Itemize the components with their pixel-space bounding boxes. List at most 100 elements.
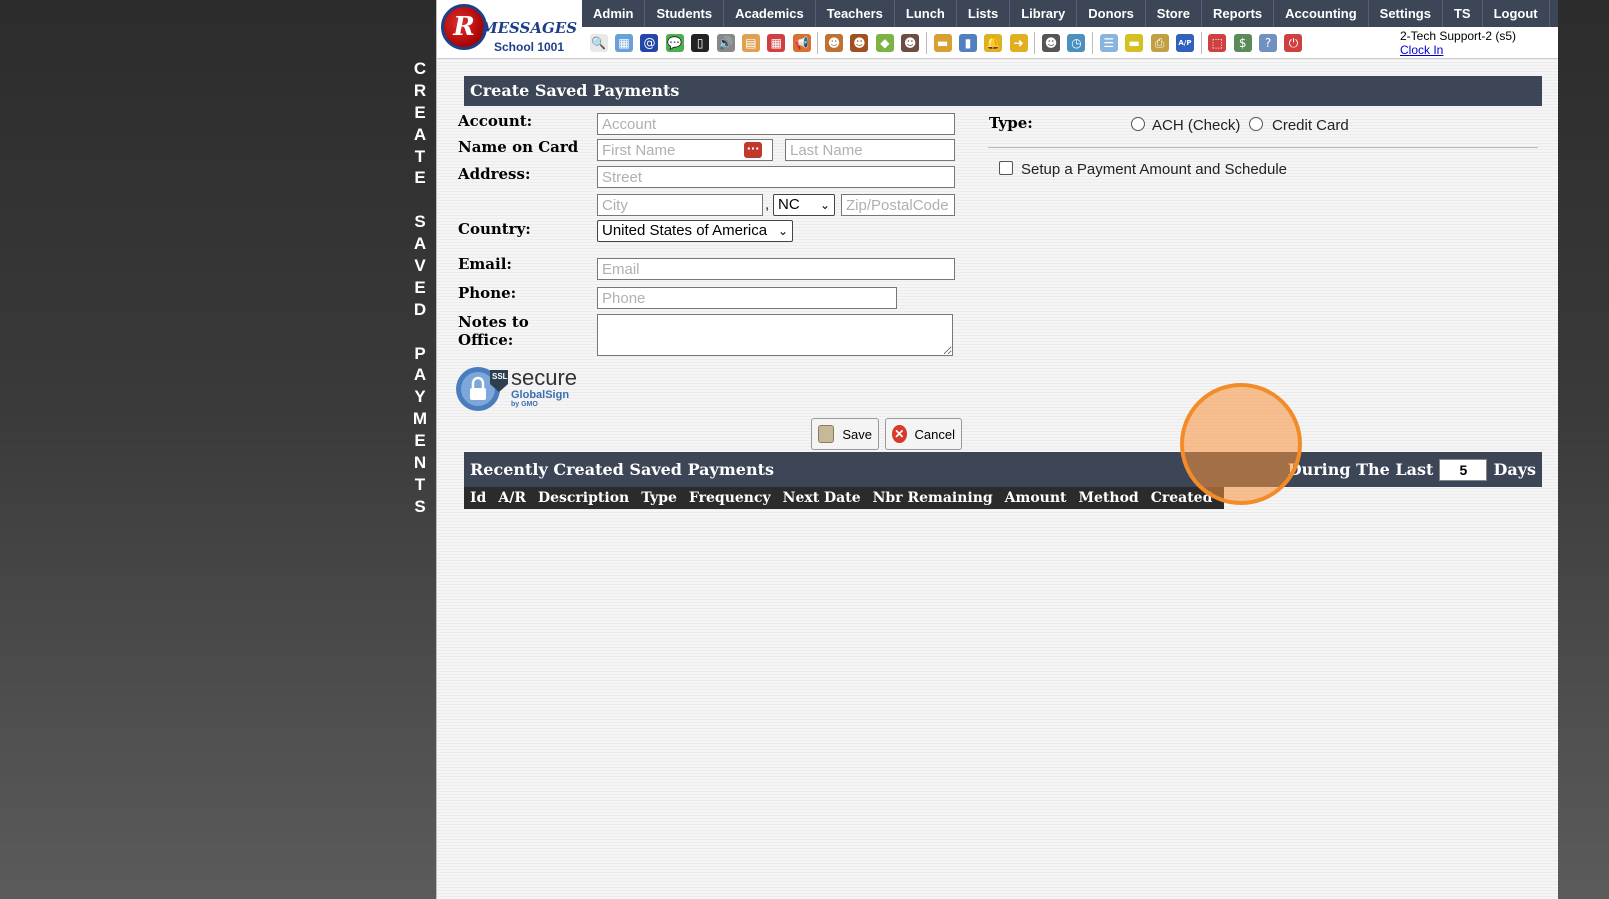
country-select[interactable]: United States of America ⌄: [597, 220, 793, 242]
ap-icon[interactable]: A/P: [1175, 33, 1194, 52]
side-title-letter: [402, 189, 438, 211]
side-title-letter: A: [413, 365, 427, 385]
notes-textarea[interactable]: [597, 314, 953, 356]
calendar-grid-icon[interactable]: ▤: [741, 33, 760, 52]
column-header-a-r[interactable]: A/R: [492, 487, 532, 509]
user-info: 2-Tech Support-2 (s5) Clock In: [1400, 29, 1516, 57]
speaker-icon[interactable]: 🔊: [716, 33, 735, 52]
card-icon[interactable]: ▬: [1125, 33, 1144, 52]
side-title-letter: E: [414, 168, 426, 188]
side-title-letter: N: [413, 453, 427, 473]
email-input[interactable]: [597, 258, 955, 280]
column-header-frequency[interactable]: Frequency: [683, 487, 777, 509]
save-button[interactable]: Save: [811, 418, 879, 450]
menu-item-admin[interactable]: Admin: [582, 0, 646, 27]
menu-item-students[interactable]: Students: [645, 0, 725, 27]
type-ach-radio[interactable]: [1131, 117, 1145, 131]
chat-icon[interactable]: 💬: [665, 33, 684, 52]
state-select[interactable]: NC ⌄: [773, 194, 835, 216]
help-icon[interactable]: ?: [1259, 33, 1278, 52]
column-header-id[interactable]: Id: [464, 487, 492, 509]
name-on-card-label: Name on Card: [458, 138, 579, 156]
toolbar-separator: [1034, 31, 1036, 54]
country-value: United States of America: [602, 222, 768, 239]
clock-icon[interactable]: ◷: [1067, 33, 1086, 52]
menu-item-store[interactable]: Store: [1146, 0, 1203, 27]
person-icon[interactable]: ☻: [825, 33, 844, 52]
schedule-checkbox[interactable]: [999, 161, 1013, 175]
type-credit-radio[interactable]: [1249, 117, 1263, 131]
teacher-icon[interactable]: ☻: [850, 33, 869, 52]
side-title-letter: T: [414, 146, 426, 166]
side-title-letter: S: [414, 496, 426, 516]
search-icon[interactable]: 🔍: [589, 33, 608, 52]
cancel-button[interactable]: ✕ Cancel: [885, 418, 962, 450]
column-header-next-date[interactable]: Next Date: [777, 487, 867, 509]
column-header-type[interactable]: Type: [635, 487, 683, 509]
chevron-down-icon: ⌄: [777, 224, 788, 238]
floppy-disk-icon: [818, 425, 835, 443]
more-icon[interactable]: ···: [744, 142, 762, 158]
app-window: R MESSAGES School 1001 Admin Students Acad…: [436, 0, 1558, 899]
days-input[interactable]: 5: [1439, 458, 1488, 481]
export-icon[interactable]: ➜: [1009, 33, 1028, 52]
column-header-created[interactable]: Created: [1145, 487, 1219, 509]
menu-item-ts[interactable]: TS: [1443, 0, 1483, 27]
group-icon[interactable]: ☻: [901, 33, 920, 52]
side-title-letter: A: [413, 124, 427, 144]
column-header-amount[interactable]: Amount: [999, 487, 1073, 509]
ssl-by: by GMO: [511, 401, 538, 408]
street-input[interactable]: [597, 166, 955, 188]
menu-item-teachers[interactable]: Teachers: [816, 0, 895, 27]
power-icon[interactable]: ⏻: [1284, 33, 1303, 52]
menu-item-donors[interactable]: Donors: [1077, 0, 1146, 27]
menu-item-library[interactable]: Library: [1010, 0, 1078, 27]
mobile-icon[interactable]: ▯: [691, 33, 710, 52]
table-icon[interactable]: ▦: [615, 33, 634, 52]
city-input[interactable]: [597, 194, 763, 216]
logo-brand: MESSAGES: [481, 19, 578, 37]
toolbar-separator: [925, 31, 927, 54]
notes-label-line2: Office:: [458, 331, 514, 349]
bell-icon[interactable]: 🔔: [984, 33, 1003, 52]
account-input[interactable]: [597, 113, 955, 135]
recent-payments-title: Recently Created Saved Payments: [470, 460, 774, 479]
ssl-tag: SSL: [492, 372, 508, 381]
pdf-icon[interactable]: ⬚: [1208, 33, 1227, 52]
book-icon[interactable]: ▮: [958, 33, 977, 52]
user-name: 2-Tech Support-2 (s5): [1400, 29, 1517, 43]
menu-item-logout[interactable]: Logout: [1483, 0, 1550, 27]
menu-item-lunch[interactable]: Lunch: [895, 0, 957, 27]
schedule-label: Setup a Payment Amount and Schedule: [1021, 161, 1288, 178]
money-icon[interactable]: $: [1233, 33, 1252, 52]
type-divider: [988, 147, 1538, 148]
city-state-comma: ,: [765, 196, 770, 213]
side-title-letter: M: [412, 409, 428, 429]
column-header-nbr-remaining[interactable]: Nbr Remaining: [867, 487, 999, 509]
megaphone-icon[interactable]: 📢: [792, 33, 811, 52]
column-header-description[interactable]: Description: [532, 487, 635, 509]
side-title-letter: Y: [414, 387, 426, 407]
menu-item-accounting[interactable]: Accounting: [1274, 0, 1369, 27]
side-title-letter: T: [414, 474, 426, 494]
last-name-input[interactable]: [785, 139, 955, 161]
side-title-letter: D: [413, 299, 427, 319]
staff-icon[interactable]: ☻: [1042, 33, 1061, 52]
clock-in-link[interactable]: Clock In: [1400, 43, 1516, 57]
list-icon[interactable]: ☰: [1099, 33, 1118, 52]
menu-item-reports[interactable]: Reports: [1202, 0, 1275, 27]
eraser-icon[interactable]: ◆: [875, 33, 894, 52]
zip-input[interactable]: [841, 194, 955, 216]
calendar-icon[interactable]: ▦: [767, 33, 786, 52]
during-label: During The Last: [1287, 460, 1434, 479]
logo[interactable]: R MESSAGES School 1001: [437, 0, 581, 58]
phone-input[interactable]: [597, 287, 897, 309]
menu-item-lists[interactable]: Lists: [957, 0, 1011, 27]
menu-item-settings[interactable]: Settings: [1369, 0, 1443, 27]
printer-icon[interactable]: ⎙: [1150, 33, 1169, 52]
menu-item-academics[interactable]: Academics: [724, 0, 816, 27]
email-icon[interactable]: @: [640, 33, 659, 52]
food-icon[interactable]: ▬: [933, 33, 952, 52]
cancel-button-label: Cancel: [914, 426, 955, 442]
column-header-method[interactable]: Method: [1073, 487, 1145, 509]
